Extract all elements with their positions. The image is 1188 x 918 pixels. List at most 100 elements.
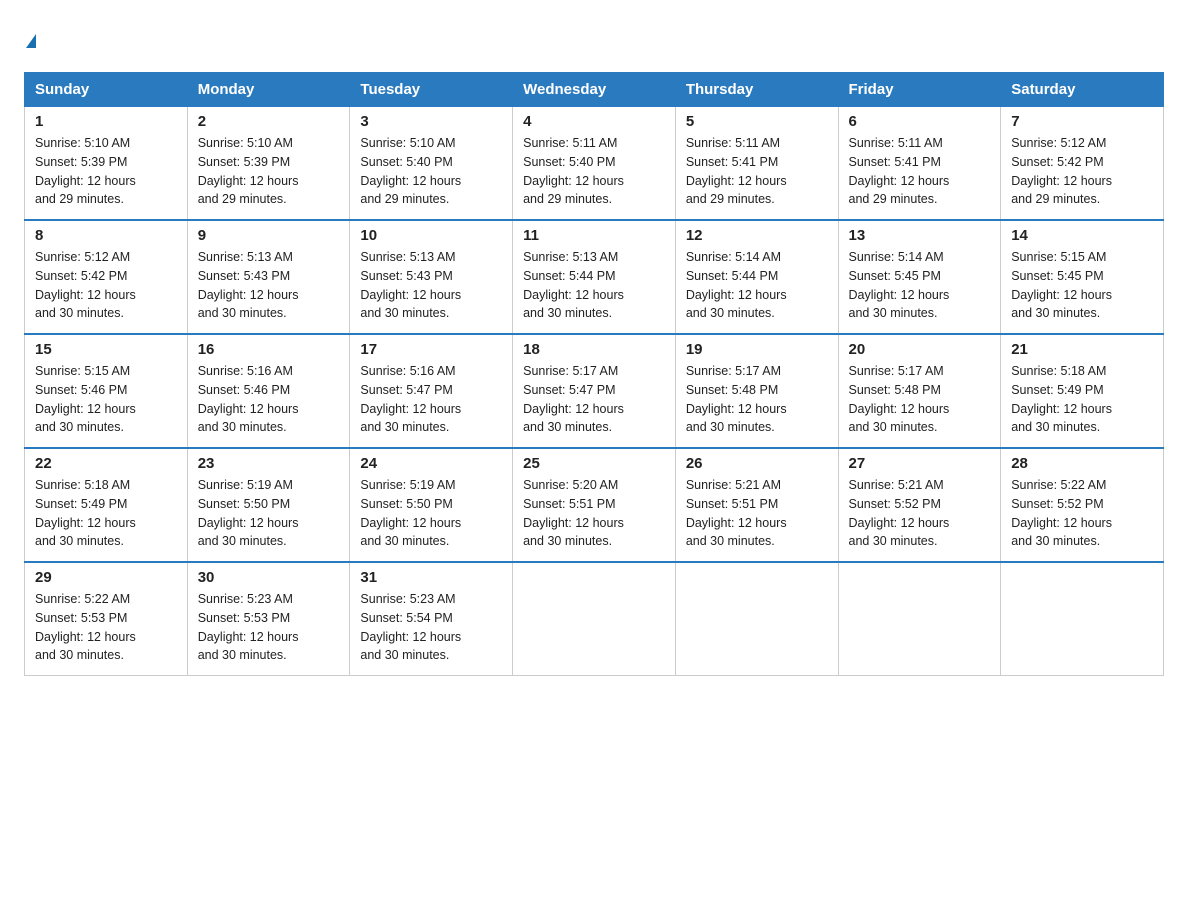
day-info: Sunrise: 5:10 AM Sunset: 5:39 PM Dayligh… [198, 134, 340, 209]
calendar-cell [675, 562, 838, 676]
day-info: Sunrise: 5:21 AM Sunset: 5:51 PM Dayligh… [686, 476, 828, 551]
header-sunday: Sunday [25, 73, 188, 107]
day-info: Sunrise: 5:12 AM Sunset: 5:42 PM Dayligh… [35, 248, 177, 323]
calendar-week-row: 15 Sunrise: 5:15 AM Sunset: 5:46 PM Dayl… [25, 334, 1164, 448]
day-number: 11 [523, 227, 665, 244]
day-info: Sunrise: 5:10 AM Sunset: 5:40 PM Dayligh… [360, 134, 502, 209]
calendar-cell: 21 Sunrise: 5:18 AM Sunset: 5:49 PM Dayl… [1001, 334, 1164, 448]
day-number: 20 [849, 341, 991, 358]
day-info: Sunrise: 5:22 AM Sunset: 5:53 PM Dayligh… [35, 590, 177, 665]
day-info: Sunrise: 5:18 AM Sunset: 5:49 PM Dayligh… [1011, 362, 1153, 437]
header-thursday: Thursday [675, 73, 838, 107]
calendar-cell: 19 Sunrise: 5:17 AM Sunset: 5:48 PM Dayl… [675, 334, 838, 448]
day-number: 5 [686, 113, 828, 130]
calendar-week-row: 22 Sunrise: 5:18 AM Sunset: 5:49 PM Dayl… [25, 448, 1164, 562]
day-info: Sunrise: 5:21 AM Sunset: 5:52 PM Dayligh… [849, 476, 991, 551]
day-number: 28 [1011, 455, 1153, 472]
day-number: 4 [523, 113, 665, 130]
day-info: Sunrise: 5:15 AM Sunset: 5:46 PM Dayligh… [35, 362, 177, 437]
day-number: 3 [360, 113, 502, 130]
day-number: 31 [360, 569, 502, 586]
calendar-cell: 2 Sunrise: 5:10 AM Sunset: 5:39 PM Dayli… [187, 107, 350, 221]
day-number: 7 [1011, 113, 1153, 130]
calendar-cell: 3 Sunrise: 5:10 AM Sunset: 5:40 PM Dayli… [350, 107, 513, 221]
header-friday: Friday [838, 73, 1001, 107]
day-number: 23 [198, 455, 340, 472]
day-info: Sunrise: 5:14 AM Sunset: 5:44 PM Dayligh… [686, 248, 828, 323]
calendar-cell: 9 Sunrise: 5:13 AM Sunset: 5:43 PM Dayli… [187, 220, 350, 334]
day-info: Sunrise: 5:17 AM Sunset: 5:47 PM Dayligh… [523, 362, 665, 437]
calendar-cell: 7 Sunrise: 5:12 AM Sunset: 5:42 PM Dayli… [1001, 107, 1164, 221]
calendar-cell [1001, 562, 1164, 676]
calendar-cell: 8 Sunrise: 5:12 AM Sunset: 5:42 PM Dayli… [25, 220, 188, 334]
day-number: 24 [360, 455, 502, 472]
logo [24, 24, 36, 52]
calendar-cell: 31 Sunrise: 5:23 AM Sunset: 5:54 PM Dayl… [350, 562, 513, 676]
day-number: 18 [523, 341, 665, 358]
calendar-week-row: 29 Sunrise: 5:22 AM Sunset: 5:53 PM Dayl… [25, 562, 1164, 676]
day-number: 27 [849, 455, 991, 472]
calendar-cell: 5 Sunrise: 5:11 AM Sunset: 5:41 PM Dayli… [675, 107, 838, 221]
day-number: 21 [1011, 341, 1153, 358]
calendar-cell: 14 Sunrise: 5:15 AM Sunset: 5:45 PM Dayl… [1001, 220, 1164, 334]
calendar-cell [838, 562, 1001, 676]
calendar-header-row: Sunday Monday Tuesday Wednesday Thursday… [25, 73, 1164, 107]
calendar-cell: 11 Sunrise: 5:13 AM Sunset: 5:44 PM Dayl… [513, 220, 676, 334]
calendar-cell: 22 Sunrise: 5:18 AM Sunset: 5:49 PM Dayl… [25, 448, 188, 562]
day-number: 10 [360, 227, 502, 244]
day-number: 9 [198, 227, 340, 244]
day-info: Sunrise: 5:15 AM Sunset: 5:45 PM Dayligh… [1011, 248, 1153, 323]
calendar-cell: 27 Sunrise: 5:21 AM Sunset: 5:52 PM Dayl… [838, 448, 1001, 562]
day-number: 19 [686, 341, 828, 358]
calendar-cell: 13 Sunrise: 5:14 AM Sunset: 5:45 PM Dayl… [838, 220, 1001, 334]
day-info: Sunrise: 5:19 AM Sunset: 5:50 PM Dayligh… [198, 476, 340, 551]
day-info: Sunrise: 5:13 AM Sunset: 5:43 PM Dayligh… [198, 248, 340, 323]
day-info: Sunrise: 5:12 AM Sunset: 5:42 PM Dayligh… [1011, 134, 1153, 209]
calendar-cell: 28 Sunrise: 5:22 AM Sunset: 5:52 PM Dayl… [1001, 448, 1164, 562]
day-info: Sunrise: 5:11 AM Sunset: 5:40 PM Dayligh… [523, 134, 665, 209]
day-info: Sunrise: 5:23 AM Sunset: 5:54 PM Dayligh… [360, 590, 502, 665]
day-info: Sunrise: 5:16 AM Sunset: 5:46 PM Dayligh… [198, 362, 340, 437]
day-number: 6 [849, 113, 991, 130]
day-number: 14 [1011, 227, 1153, 244]
day-number: 8 [35, 227, 177, 244]
day-number: 30 [198, 569, 340, 586]
day-number: 1 [35, 113, 177, 130]
calendar-cell: 20 Sunrise: 5:17 AM Sunset: 5:48 PM Dayl… [838, 334, 1001, 448]
calendar-table: Sunday Monday Tuesday Wednesday Thursday… [24, 72, 1164, 676]
day-info: Sunrise: 5:16 AM Sunset: 5:47 PM Dayligh… [360, 362, 502, 437]
day-info: Sunrise: 5:23 AM Sunset: 5:53 PM Dayligh… [198, 590, 340, 665]
header-saturday: Saturday [1001, 73, 1164, 107]
calendar-week-row: 1 Sunrise: 5:10 AM Sunset: 5:39 PM Dayli… [25, 107, 1164, 221]
header-monday: Monday [187, 73, 350, 107]
day-info: Sunrise: 5:11 AM Sunset: 5:41 PM Dayligh… [686, 134, 828, 209]
calendar-cell: 1 Sunrise: 5:10 AM Sunset: 5:39 PM Dayli… [25, 107, 188, 221]
calendar-cell [513, 562, 676, 676]
day-info: Sunrise: 5:19 AM Sunset: 5:50 PM Dayligh… [360, 476, 502, 551]
day-info: Sunrise: 5:17 AM Sunset: 5:48 PM Dayligh… [849, 362, 991, 437]
day-info: Sunrise: 5:13 AM Sunset: 5:44 PM Dayligh… [523, 248, 665, 323]
header-wednesday: Wednesday [513, 73, 676, 107]
day-number: 25 [523, 455, 665, 472]
day-number: 16 [198, 341, 340, 358]
day-info: Sunrise: 5:11 AM Sunset: 5:41 PM Dayligh… [849, 134, 991, 209]
calendar-cell: 29 Sunrise: 5:22 AM Sunset: 5:53 PM Dayl… [25, 562, 188, 676]
day-info: Sunrise: 5:13 AM Sunset: 5:43 PM Dayligh… [360, 248, 502, 323]
calendar-cell: 30 Sunrise: 5:23 AM Sunset: 5:53 PM Dayl… [187, 562, 350, 676]
calendar-cell: 18 Sunrise: 5:17 AM Sunset: 5:47 PM Dayl… [513, 334, 676, 448]
day-info: Sunrise: 5:20 AM Sunset: 5:51 PM Dayligh… [523, 476, 665, 551]
calendar-cell: 16 Sunrise: 5:16 AM Sunset: 5:46 PM Dayl… [187, 334, 350, 448]
day-info: Sunrise: 5:14 AM Sunset: 5:45 PM Dayligh… [849, 248, 991, 323]
calendar-cell: 15 Sunrise: 5:15 AM Sunset: 5:46 PM Dayl… [25, 334, 188, 448]
calendar-cell: 26 Sunrise: 5:21 AM Sunset: 5:51 PM Dayl… [675, 448, 838, 562]
logo-triangle-icon [26, 34, 36, 48]
page-header [24, 24, 1164, 52]
calendar-cell: 24 Sunrise: 5:19 AM Sunset: 5:50 PM Dayl… [350, 448, 513, 562]
day-number: 2 [198, 113, 340, 130]
calendar-cell: 25 Sunrise: 5:20 AM Sunset: 5:51 PM Dayl… [513, 448, 676, 562]
day-number: 17 [360, 341, 502, 358]
day-info: Sunrise: 5:10 AM Sunset: 5:39 PM Dayligh… [35, 134, 177, 209]
calendar-cell: 10 Sunrise: 5:13 AM Sunset: 5:43 PM Dayl… [350, 220, 513, 334]
calendar-cell: 6 Sunrise: 5:11 AM Sunset: 5:41 PM Dayli… [838, 107, 1001, 221]
day-number: 29 [35, 569, 177, 586]
